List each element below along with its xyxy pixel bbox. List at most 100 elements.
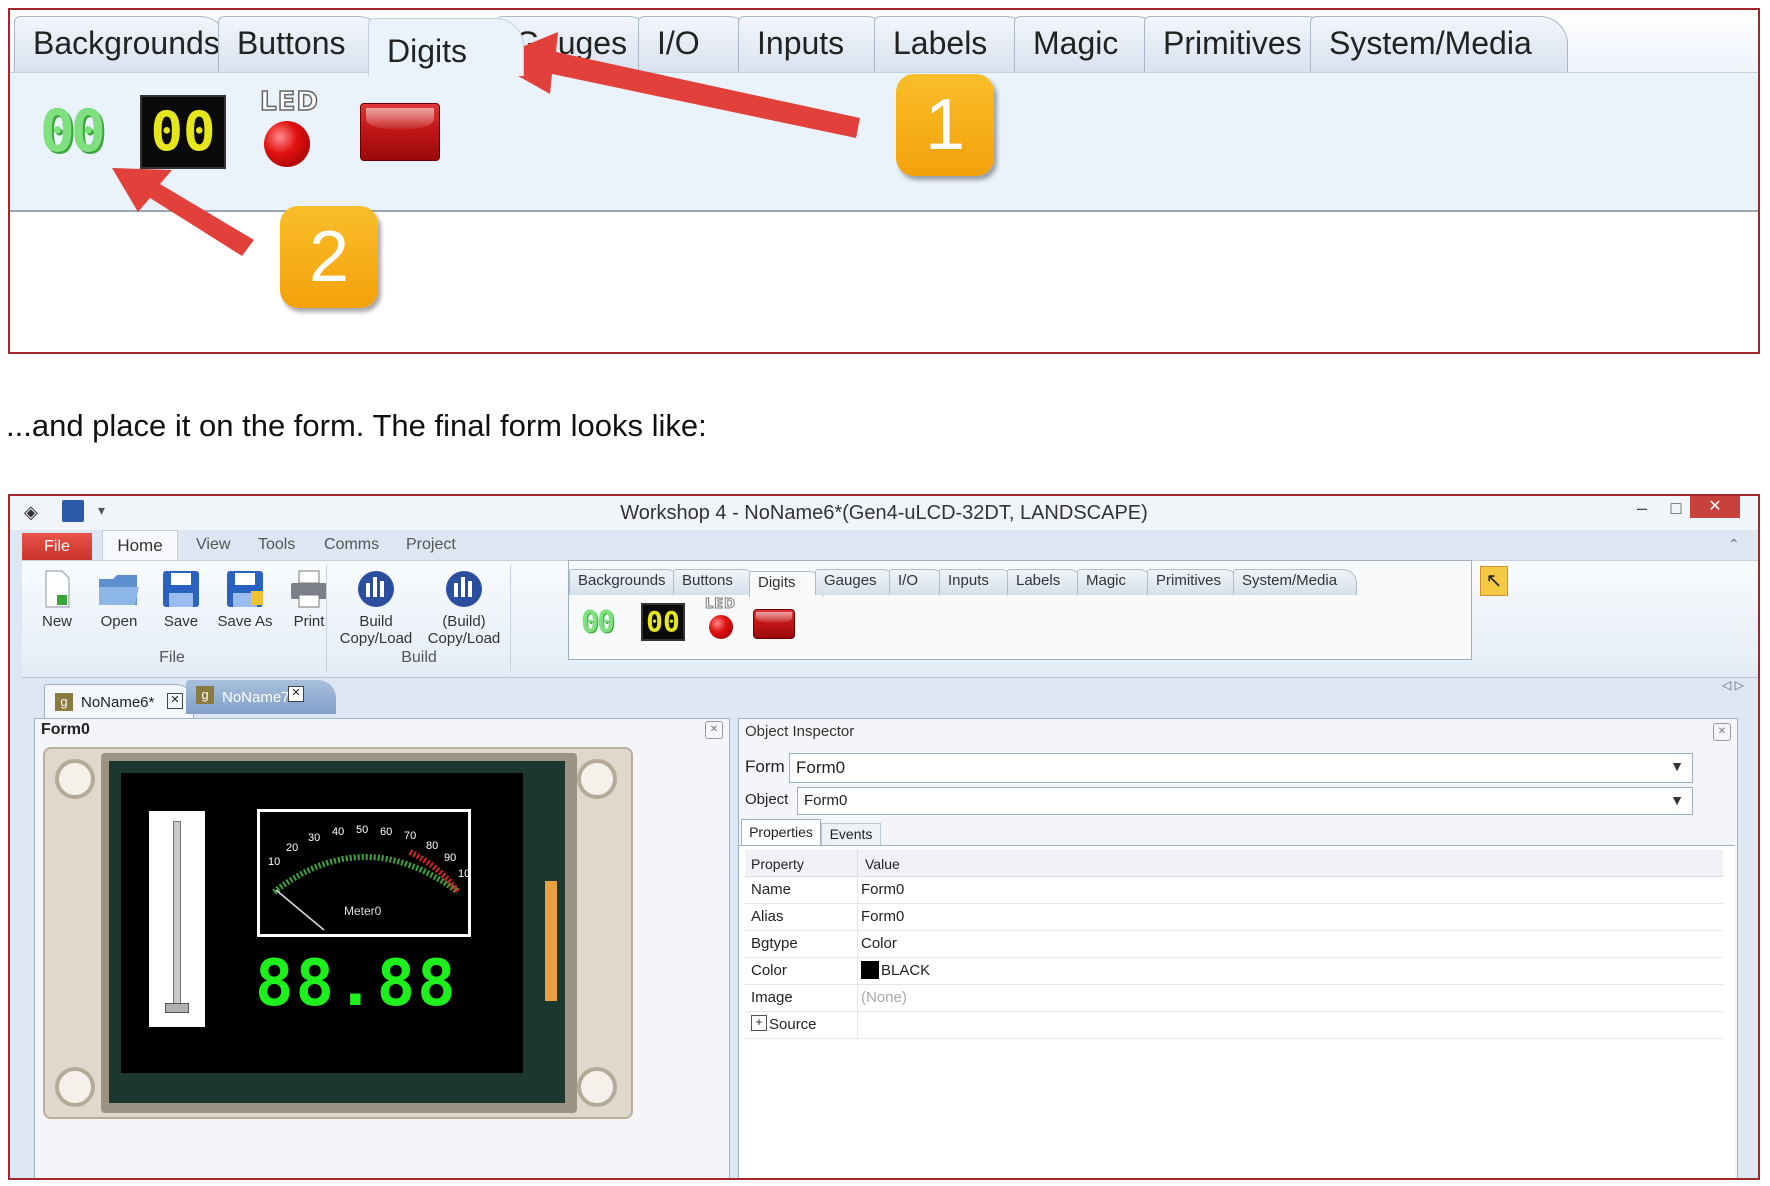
ribbon-separator <box>510 565 511 673</box>
form-select[interactable]: Form0 ▼ <box>789 753 1693 783</box>
mini-lcd-digits-widget[interactable]: 00 <box>641 603 685 641</box>
meter-tick-label: 60 <box>380 826 393 838</box>
menu-project[interactable]: Project <box>406 536 456 554</box>
mount-hole <box>577 759 617 799</box>
object-inspector-pane: Object Inspector ✕ Form Form0 ▼ Object F… <box>738 718 1738 1178</box>
mini-tab-inputs[interactable]: Inputs <box>939 569 1015 595</box>
document-tabs: g NoName6* ✕ g NoName7* ✕ ◁ ▷ <box>22 678 1758 720</box>
zoomed-tab-panel: Backgrounds Buttons Digits Gauges I/O In… <box>8 8 1760 354</box>
property-row-bgtype[interactable]: Bgtype Color <box>745 930 1723 958</box>
slider-track <box>173 821 181 1011</box>
mini-tab-gauges[interactable]: Gauges <box>815 569 897 595</box>
tab-scroll-arrows-icon[interactable]: ◁ ▷ <box>1722 678 1744 692</box>
mount-hole <box>577 1067 617 1107</box>
mini-red-button-widget[interactable] <box>753 609 795 639</box>
mini-tab-backgrounds[interactable]: Backgrounds <box>569 569 681 595</box>
workshop-window: ◈ ▾ Workshop 4 - NoName6*(Gen4-uLCD-32DT… <box>8 494 1760 1180</box>
display-screen: 10 20 30 40 50 60 70 80 90 10 Meter0 88.… <box>121 773 523 1073</box>
mini-led-widget[interactable] <box>709 615 733 639</box>
mini-tab-labels[interactable]: Labels <box>1007 569 1083 595</box>
object-select-value: Form0 <box>804 792 848 809</box>
slider-handle[interactable] <box>165 1003 189 1013</box>
meter-tick-label: 10 <box>268 856 281 868</box>
slider-widget[interactable] <box>149 811 205 1027</box>
close-tab-icon[interactable]: ✕ <box>288 686 304 702</box>
device-bezel: 10 20 30 40 50 60 70 80 90 10 Meter0 88.… <box>43 747 633 1119</box>
form-select-value: Form0 <box>796 758 846 777</box>
save-as-button[interactable]: Save As <box>212 569 278 630</box>
flex-connector <box>545 881 557 1001</box>
gen4-file-icon: g <box>196 686 214 704</box>
menu-home[interactable]: Home <box>102 530 178 562</box>
callout-arrows <box>112 32 860 256</box>
mini-tab-system-media[interactable]: System/Media <box>1233 569 1357 595</box>
menu-comms[interactable]: Comms <box>324 536 379 554</box>
new-label: New <box>41 613 72 630</box>
arrow-2 <box>112 168 254 256</box>
mini-tab-primitives[interactable]: Primitives <box>1147 569 1239 595</box>
column-divider <box>857 876 858 1038</box>
save-button[interactable]: Save <box>156 569 206 630</box>
property-name: Bgtype <box>751 935 798 952</box>
property-value: Form0 <box>861 881 905 898</box>
mini-tab-digits[interactable]: Digits <box>749 571 823 597</box>
ribbon-collapse-icon[interactable]: ⌃ <box>1728 536 1740 553</box>
expand-plus-icon[interactable]: + <box>751 1015 767 1031</box>
form-select-label: Form <box>745 757 785 776</box>
column-property: Property <box>751 856 804 872</box>
printer-icon <box>291 570 327 608</box>
callout-badge-2: 2 <box>280 206 378 308</box>
mini-led-label: LED <box>705 597 736 613</box>
mini-tab-buttons[interactable]: Buttons <box>673 569 757 595</box>
file-group-label: File <box>159 649 185 666</box>
mini-tab-magic[interactable]: Magic <box>1077 569 1153 595</box>
property-grid: Property Value Name Form0 Alias Form0 Bg… <box>739 845 1735 1178</box>
mount-hole <box>55 759 95 799</box>
led-digits-widget[interactable]: 88.88 <box>255 947 458 1021</box>
property-row-alias[interactable]: Alias Form0 <box>745 903 1723 931</box>
column-value: Value <box>865 856 900 872</box>
meter-tick-label: 40 <box>332 826 345 838</box>
property-row-color[interactable]: Color BLACK <box>745 957 1723 985</box>
tab-digits[interactable]: Digits <box>368 18 524 76</box>
build-copy-load-button[interactable]: Build Copy/Load <box>336 567 416 647</box>
arrow-1 <box>490 32 860 138</box>
pointer-tool-icon[interactable]: ↖ <box>1480 566 1508 596</box>
property-row-image[interactable]: Image (None) <box>745 984 1723 1012</box>
close-tab-icon[interactable]: ✕ <box>167 693 183 709</box>
object-select[interactable]: Form0 ▼ <box>797 787 1693 815</box>
menu-view[interactable]: View <box>196 536 230 554</box>
menu-tools[interactable]: Tools <box>258 536 295 554</box>
meter-widget[interactable]: 10 20 30 40 50 60 70 80 90 10 Meter0 <box>257 809 471 937</box>
menu-file[interactable]: File <box>22 533 92 560</box>
form-designer-pane: Form0 ✕ 10 20 30 40 50 60 70 80 90 10 Me… <box>34 718 730 1178</box>
close-button[interactable]: ✕ <box>1690 496 1740 518</box>
meter-tick-label: 90 <box>444 852 457 864</box>
tab-events[interactable]: Events <box>821 823 881 845</box>
open-button[interactable]: Open <box>94 569 144 630</box>
meter-tick-label: 20 <box>286 842 299 854</box>
mini-green-digits-widget[interactable]: 00 <box>581 605 615 640</box>
form-pane-title: Form0 <box>41 721 90 738</box>
build-paren-copy-load-button[interactable]: (Build) Copy/Load <box>424 567 504 647</box>
build-globe-icon-2 <box>446 571 482 607</box>
meter-tick-label: 80 <box>426 840 439 852</box>
doc-tab-label: NoName6* <box>81 694 155 711</box>
build2-label-line2: Copy/Load <box>427 630 501 647</box>
property-name: Color <box>751 962 787 979</box>
window-title: Workshop 4 - NoName6*(Gen4-uLCD-32DT, LA… <box>620 502 1148 524</box>
new-button[interactable]: New <box>34 569 80 630</box>
tab-properties[interactable]: Properties <box>741 819 821 845</box>
meter-name-label: Meter0 <box>344 904 382 918</box>
doc-tab-noname6[interactable]: g NoName6* ✕ <box>44 684 194 718</box>
instruction-text: ...and place it on the form. The final f… <box>6 408 707 443</box>
property-row-name[interactable]: Name Form0 <box>745 876 1723 904</box>
save-label: Save <box>163 613 199 630</box>
pane-close-icon[interactable]: ✕ <box>705 721 723 739</box>
pane-close-icon[interactable]: ✕ <box>1713 723 1731 741</box>
meter-tick-label: 50 <box>356 824 369 836</box>
property-row-source[interactable]: + Source <box>745 1011 1723 1039</box>
doc-tab-noname7[interactable]: g NoName7* ✕ <box>186 680 336 714</box>
save-disk-icon <box>163 571 199 607</box>
property-value: Form0 <box>861 908 905 925</box>
